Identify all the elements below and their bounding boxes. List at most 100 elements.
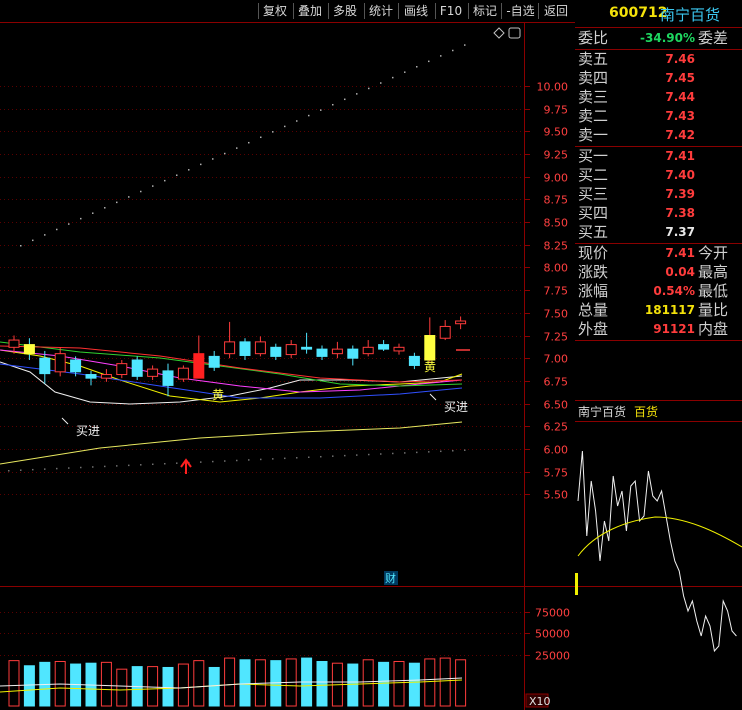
price-tick-label: 6.25 (544, 421, 569, 434)
mini-chart-header: 南宁百货 百货 (575, 402, 742, 420)
intraday-mini-chart[interactable] (575, 421, 742, 710)
quote-label: 涨跌 (578, 263, 609, 281)
mini-chart-tag[interactable]: 百货 (634, 403, 658, 420)
candle[interactable] (116, 360, 128, 379)
candle[interactable] (85, 370, 97, 386)
bid-row: 买五 7.37 (575, 223, 742, 242)
toolbar-tongji-button[interactable]: 统计 (368, 2, 394, 20)
quote-value: 7.41 (665, 246, 695, 260)
candle[interactable] (393, 343, 405, 355)
ask-value: 7.44 (665, 90, 695, 104)
bid-label: 买五 (578, 223, 609, 241)
quote-label2: 最低 (698, 282, 729, 300)
candle[interactable] (439, 320, 451, 341)
toolbar-huaxian-button[interactable]: 画线 (402, 2, 430, 20)
bid-row: 买一 7.41 (575, 147, 742, 166)
window-icon[interactable] (508, 27, 521, 39)
candle[interactable] (162, 363, 174, 397)
candle[interactable] (193, 335, 205, 379)
volume-bar (8, 660, 20, 707)
volume-bar (439, 657, 451, 707)
candle[interactable] (224, 321, 236, 359)
volume-bar (224, 657, 236, 707)
weibi-value: -34.90% (640, 31, 695, 45)
toolbar-diejia-button[interactable]: 叠加 (297, 2, 323, 20)
quote-value: 0.04 (665, 265, 695, 279)
quote-row: 涨幅 0.54% 最低 (575, 282, 742, 301)
weicha-label: 委差 (698, 29, 729, 47)
candle[interactable] (254, 336, 266, 357)
candle[interactable] (378, 340, 390, 351)
candle[interactable] (455, 316, 467, 330)
toolbar-fuquan-button[interactable]: 复权 (262, 2, 288, 20)
candle[interactable] (23, 338, 35, 361)
toolbar-biaoji-button[interactable]: 标记 (472, 2, 498, 20)
toolbar-separator (258, 3, 259, 19)
kline-chart[interactable]: 10.00 9.75 9.50 9.25 9.00 8.75 8.50 8.25 8.00 7.7… (0, 0, 575, 710)
ma120-line (0, 421, 463, 465)
quote-value: 181117 (644, 303, 695, 317)
volume-tick-label: 75000 (535, 607, 570, 620)
candle[interactable] (100, 369, 112, 382)
candle[interactable] (239, 338, 251, 361)
volume-bar (239, 659, 251, 707)
price-tick-label: 7.00 (544, 353, 569, 366)
candle[interactable] (177, 365, 189, 382)
toolbar-separator (538, 3, 539, 19)
weibi-label: 委比 (578, 29, 609, 47)
stock-header: 600712 南宁百货 (575, 3, 742, 25)
bid-label: 买四 (578, 204, 609, 222)
price-tick-label: 5.50 (544, 489, 569, 502)
ask-value: 7.45 (665, 71, 695, 85)
toolbar-separator (398, 3, 399, 19)
candle[interactable] (362, 340, 374, 357)
ask-label: 卖三 (578, 88, 609, 106)
price-tick-label: 9.50 (544, 126, 569, 139)
ask-value: 7.42 (665, 128, 695, 142)
candle[interactable] (347, 345, 359, 366)
cai-badge[interactable]: 财 (385, 571, 396, 585)
intraday-price-line (577, 450, 737, 653)
candle[interactable] (285, 340, 297, 359)
ask-row: 卖二 7.43 (575, 107, 742, 126)
ask-label: 卖四 (578, 69, 609, 87)
candle[interactable] (424, 317, 436, 362)
volume-bar (23, 665, 35, 707)
chart-toolbar: 复权 叠加 多股 统计 画线 F10 标记 -自选 返回 (0, 0, 575, 22)
price-tick-label: 8.00 (544, 262, 569, 275)
volume-bar (177, 663, 189, 707)
candle[interactable] (301, 332, 313, 354)
toolbar-fanhui-button[interactable]: 返回 (542, 2, 570, 20)
toolbar-zixuan-button[interactable]: -自选 (505, 2, 536, 20)
volume-bar (455, 659, 467, 707)
volume-bar (393, 660, 405, 707)
quote-row: 外盘 91121 内盘 (575, 320, 742, 339)
volume-tick-label: 50000 (535, 628, 570, 641)
bid-value: 7.37 (665, 225, 695, 239)
candle[interactable] (331, 341, 343, 359)
stock-name: 南宁百货 (660, 6, 721, 24)
bid-label: 买一 (578, 147, 609, 165)
quote-row: 总量 181117 量比 (575, 301, 742, 320)
buy-signal-label: 买进 (76, 424, 100, 438)
candle[interactable] (131, 356, 143, 380)
volume-bar (162, 666, 174, 707)
toolbar-duogu-button[interactable]: 多股 (332, 2, 358, 20)
candle[interactable] (147, 365, 159, 380)
price-tick-label: 8.75 (544, 194, 569, 207)
toolbar-f10-button[interactable]: F10 (439, 2, 463, 20)
candle[interactable] (408, 352, 420, 370)
candle[interactable] (316, 345, 328, 361)
toolbar-separator (501, 3, 502, 19)
price-tick-label: 7.50 (544, 308, 569, 321)
candle[interactable] (208, 350, 220, 371)
quote-value: 91121 (653, 322, 695, 336)
price-tick-label: 7.25 (544, 331, 569, 344)
candle[interactable] (270, 343, 282, 361)
quote-label: 现价 (578, 244, 609, 262)
diamond-icon[interactable] (493, 27, 505, 39)
quote-row: 现价 7.41 今开 (575, 244, 742, 263)
volume-bar (116, 668, 128, 707)
quote-label: 外盘 (578, 320, 609, 338)
candle[interactable] (54, 347, 66, 377)
